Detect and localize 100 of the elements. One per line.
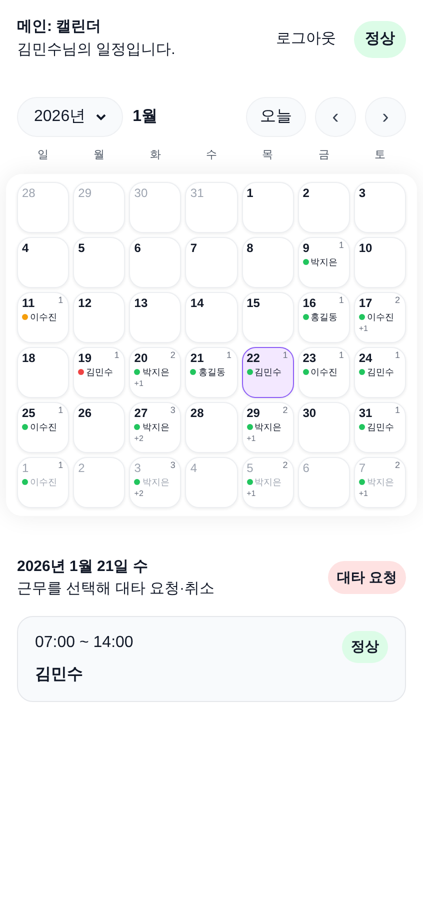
shift-worker: 김민수 — [35, 664, 84, 684]
shift-count: 3 — [170, 404, 176, 416]
calendar-day[interactable]: 31 1 김민수 — [354, 402, 406, 452]
shift-count: 1 — [58, 458, 64, 472]
shift-count: 2 — [394, 294, 400, 306]
shift-count: 2 — [282, 404, 288, 416]
calendar-day[interactable]: 7 2 박지은 +1 — [354, 456, 406, 508]
shift-count: 1 — [226, 348, 232, 362]
shift-name: 박지은 — [310, 256, 338, 268]
shift-count: 2 — [170, 348, 176, 362]
substitute-request-button[interactable]: 대타 요청 — [328, 561, 406, 594]
weekday-label: 토 — [374, 148, 386, 163]
page-title: 메인: 캘린더 — [17, 17, 102, 37]
calendar-day[interactable]: 26 — [73, 402, 126, 452]
calendar-day[interactable]: 10 — [354, 236, 406, 288]
shift-name: 김민수 — [86, 366, 114, 378]
next-month-button[interactable]: › — [365, 97, 406, 137]
shift-count: 1 — [58, 404, 64, 416]
shift-name: 홍길동 — [310, 310, 338, 322]
shift-count: 2 — [282, 458, 288, 472]
calendar-day[interactable]: 5 — [73, 236, 126, 288]
logout-button[interactable]: 로그아웃 — [276, 28, 336, 50]
shift-card[interactable]: 07:00 ~ 14:00 김민수 정상 — [17, 616, 406, 702]
selected-date: 2026년 1월 21일 수 — [17, 556, 149, 576]
shift-name: 김민수 — [366, 420, 394, 432]
calendar-day[interactable]: 13 — [129, 292, 182, 342]
calendar-day[interactable]: 16 1 홍길동 — [298, 292, 350, 342]
more-count: +1 — [134, 378, 144, 390]
more-count: +2 — [134, 488, 144, 500]
more-count: +1 — [246, 488, 257, 500]
calendar-day[interactable]: 15 — [242, 292, 294, 342]
shift-time: 07:00 ~ 14:00 — [35, 632, 134, 652]
shift-count: 1 — [114, 348, 120, 362]
calendar-day[interactable]: 3 3 박지은 +2 — [129, 456, 182, 508]
shift-name: 이수진 — [30, 420, 57, 432]
shift-name: 박지은 — [142, 420, 170, 432]
shift-count: 3 — [170, 458, 176, 472]
calendar-day[interactable]: 25 1 이수진 — [17, 402, 70, 452]
calendar-day[interactable]: 30 — [298, 402, 350, 452]
shift-name: 박지은 — [366, 476, 394, 488]
status-badge: 정상 — [354, 20, 406, 58]
shift-name: 김민수 — [254, 366, 282, 378]
more-count: +1 — [246, 432, 257, 444]
shift-count: 1 — [394, 348, 400, 362]
shift-count: 1 — [394, 404, 400, 416]
calendar-day[interactable]: 14 — [185, 292, 238, 342]
shift-name: 박지은 — [142, 366, 170, 378]
calendar-day[interactable]: 4 — [17, 236, 70, 288]
calendar-day[interactable]: 19 1 김민수 — [73, 346, 126, 398]
calendar-day[interactable]: 9 1 박지은 — [298, 236, 350, 288]
more-count: +2 — [134, 432, 144, 444]
calendar-day[interactable]: 8 — [242, 236, 294, 288]
shift-name: 박지은 — [142, 476, 170, 488]
more-count: +1 — [358, 488, 369, 500]
shift-name: 박지은 — [254, 420, 282, 432]
weekday-label: 금 — [318, 148, 330, 163]
chevron-down-icon — [96, 114, 106, 120]
calendar-day[interactable]: 23 1 이수진 — [298, 346, 350, 398]
calendar-day[interactable]: 20 2 박지은 +1 — [129, 346, 182, 398]
shift-name: 이수진 — [310, 366, 338, 378]
shift-count: 1 — [58, 294, 64, 306]
calendar-day[interactable]: 28 — [185, 402, 238, 452]
page-subtitle: 김민수님의 일정입니다. — [17, 40, 176, 60]
today-button[interactable]: 오늘 — [246, 97, 306, 137]
calendar-day[interactable]: 17 2 이수진 +1 — [354, 292, 406, 342]
year-select[interactable]: 2026년 — [17, 97, 123, 137]
calendar-day[interactable]: 1 1 이수진 — [17, 456, 70, 508]
calendar-day[interactable]: 21 1 홍길동 — [185, 346, 238, 398]
calendar-day[interactable]: 1 — [242, 182, 294, 232]
previous-month-button[interactable]: ‹ — [315, 97, 356, 137]
calendar-day[interactable]: 11 1 이수진 — [17, 292, 70, 342]
calendar-day[interactable]: 18 — [17, 346, 70, 398]
calendar-day[interactable]: 22 1 김민수 — [242, 346, 294, 398]
calendar-day[interactable]: 27 3 박지은 +2 — [129, 402, 182, 452]
status-badge: 정상 — [342, 630, 388, 662]
calendar-day[interactable]: 2 — [298, 182, 350, 232]
calendar-day[interactable]: 3 — [354, 182, 406, 232]
shift-name: 김민수 — [366, 366, 394, 378]
month-label: 1월 — [132, 107, 158, 127]
weekday-label: 월 — [94, 148, 105, 163]
calendar-day[interactable]: 5 2 박지은 +1 — [242, 456, 294, 508]
shift-count: 1 — [282, 348, 288, 362]
detail-hint: 근무를 선택해 대타 요청·취소 — [17, 578, 214, 598]
shift-name: 홍길동 — [198, 366, 226, 378]
shift-count: 2 — [394, 458, 400, 472]
calendar-day[interactable]: 12 — [73, 292, 126, 342]
shift-name: 이수진 — [30, 476, 57, 488]
weekday-label: 수 — [206, 148, 217, 163]
shift-name: 이수진 — [30, 310, 57, 322]
more-count: +1 — [358, 322, 369, 334]
shift-name: 이수진 — [366, 310, 394, 322]
shift-count: 1 — [338, 348, 344, 362]
calendar-day[interactable]: 7 — [185, 236, 238, 288]
weekday-label: 일 — [38, 148, 49, 163]
calendar-day[interactable]: 6 — [129, 236, 182, 288]
weekday-label: 화 — [150, 148, 161, 163]
shift-count: 1 — [338, 238, 344, 252]
calendar-day[interactable]: 29 2 박지은 +1 — [242, 402, 294, 452]
calendar-day[interactable]: 24 1 김민수 — [354, 346, 406, 398]
shift-count: 1 — [338, 294, 344, 306]
